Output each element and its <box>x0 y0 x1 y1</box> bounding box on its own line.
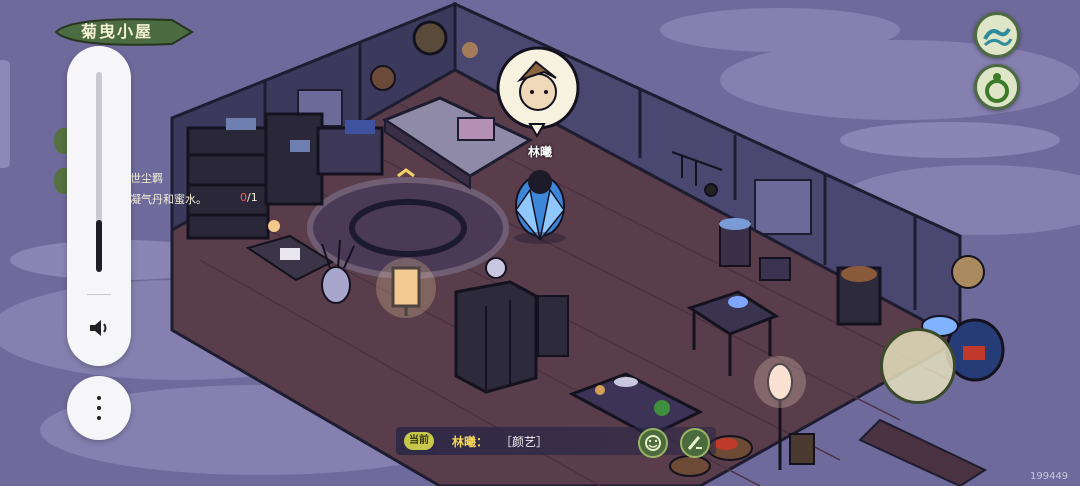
speaker-icon[interactable] <box>87 316 111 340</box>
location-title: 菊曳小屋 <box>80 22 153 41</box>
brush-icon <box>687 436 702 450</box>
side-drawer-tab[interactable] <box>0 60 10 168</box>
skill-button[interactable] <box>974 12 1020 58</box>
chat-message: ［颜艺］ <box>500 435 549 449</box>
straw-hat <box>951 255 985 289</box>
chat-input-button[interactable] <box>680 428 710 458</box>
quest-progress: 0/1 <box>240 191 258 204</box>
location-banner: 菊曳小屋 <box>52 14 194 50</box>
emote-button[interactable] <box>638 428 668 458</box>
quest-tracker[interactable]: 世尘羁 凝气丹和蜜水。 0/1 <box>124 164 264 214</box>
chat-channel-badge[interactable]: 当前 <box>404 432 434 450</box>
volume-slider[interactable] <box>96 72 102 272</box>
wall-drum <box>412 20 448 56</box>
volume-level <box>96 220 102 272</box>
chat-bar[interactable]: 当前 林曦： ［颜艺］ <box>396 427 716 455</box>
watermark-id: 199449 <box>1030 471 1069 482</box>
wardrobe-cabinet[interactable] <box>454 280 538 394</box>
more-vertical-icon <box>97 396 101 400</box>
floor-lantern <box>376 258 436 318</box>
quest-description: 凝气丹和蜜水。 <box>130 193 207 206</box>
bag-button[interactable] <box>974 64 1020 110</box>
quest-title: 世尘羁 <box>130 172 163 185</box>
chat-speaker-name: 林曦： <box>452 435 489 449</box>
smile-icon <box>645 435 661 451</box>
more-options-button[interactable] <box>67 376 131 440</box>
stool[interactable] <box>759 257 791 281</box>
gourd-icon <box>985 73 1009 103</box>
npc-name-label: 林曦 <box>527 145 552 159</box>
divider <box>87 294 111 295</box>
volume-panel <box>67 46 131 366</box>
game-scene[interactable] <box>0 0 1080 486</box>
wave-icon <box>983 28 1013 47</box>
virtual-joystick[interactable] <box>880 328 956 404</box>
desk[interactable] <box>316 126 384 176</box>
window <box>754 179 812 235</box>
